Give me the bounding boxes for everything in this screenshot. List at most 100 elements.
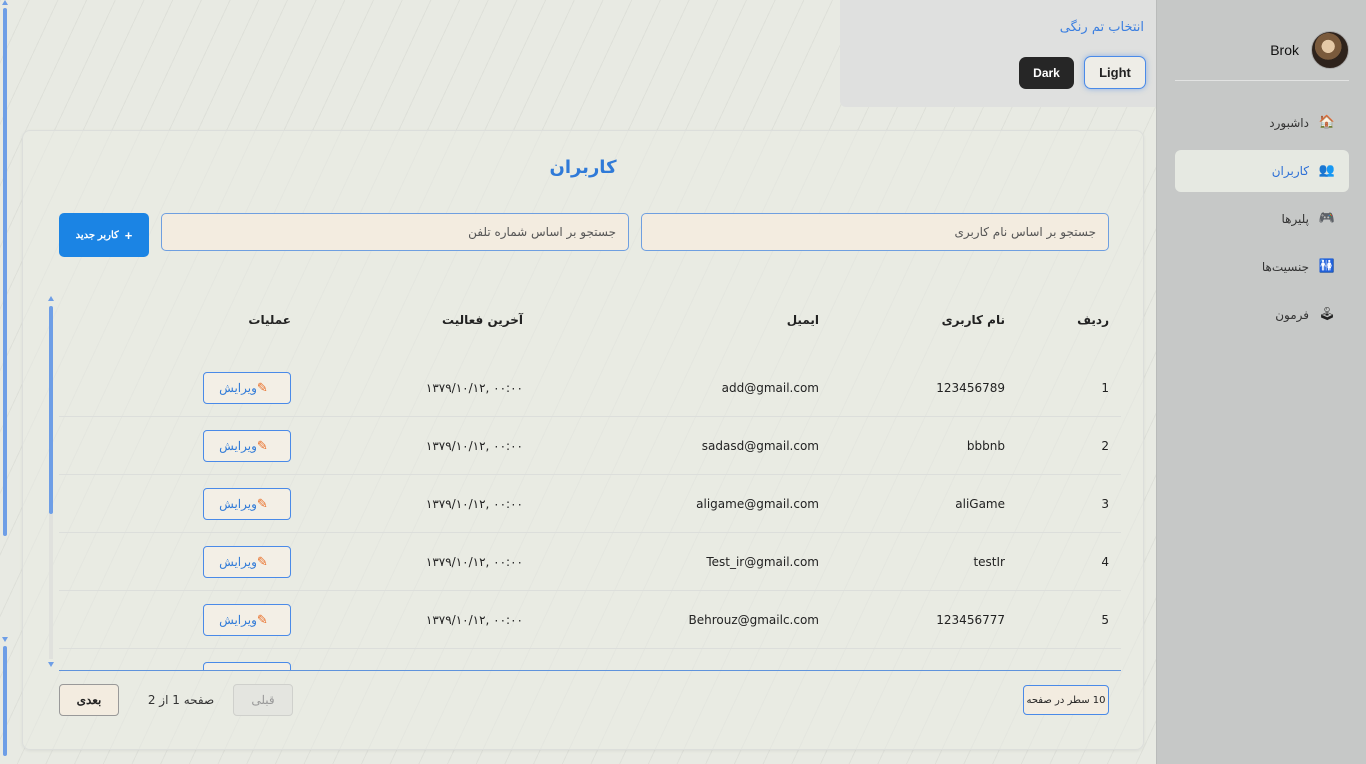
scroll-up-arrow-icon[interactable]: [2, 0, 8, 5]
home-icon: 🏠: [1318, 115, 1336, 130]
cell-username: aliGame: [955, 497, 1005, 511]
rows-per-page-select[interactable]: 10 سطر در صفحه: [1023, 685, 1109, 715]
scroll-up-arrow-icon[interactable]: [48, 296, 54, 301]
edit-button[interactable]: ✎ ویرایش: [203, 430, 291, 462]
cell-operations: ✎ ویرایش: [203, 533, 291, 591]
add-user-label: کاربر جدید: [75, 229, 119, 241]
table-scrollbar[interactable]: [47, 296, 55, 667]
header-index: ردیف: [1077, 313, 1109, 327]
restroom-icon: 🚻: [1318, 259, 1336, 274]
light-theme-button[interactable]: Light: [1084, 56, 1146, 89]
cell-index: 1: [1101, 381, 1109, 395]
cell-index: 2: [1101, 439, 1109, 453]
pencil-icon: ✎: [256, 496, 268, 511]
cell-operations: ✎ ویرایش: [203, 591, 291, 649]
table-row: 2 bbbnb sadasd@gmail.com ۱۳۷۹/۱۰/۱۲, ۰۰:…: [59, 417, 1121, 475]
edit-button[interactable]: ✎ ویرایش: [203, 488, 291, 520]
search-phone-input[interactable]: [161, 213, 629, 251]
sidebar-item-label: پلیرها: [1281, 212, 1309, 226]
page-scrollbar-thumb[interactable]: [3, 8, 7, 536]
cell-operations: ✎ ویرایش: [203, 417, 291, 475]
table-row-partial: [59, 649, 1121, 671]
user-profile[interactable]: Brok: [1175, 30, 1349, 70]
cell-last-activity: ۱۳۷۹/۱۰/۱۲, ۰۰:۰۰: [425, 381, 523, 395]
page-scrollbar-thumb-secondary[interactable]: [3, 646, 7, 756]
header-email: ایمیل: [786, 313, 819, 327]
pencil-icon: ✎: [256, 438, 268, 453]
table-row: 5 123456777 Behrouz@gmailc.com ۱۳۷۹/۱۰/۱…: [59, 591, 1121, 649]
cell-last-activity: ۱۳۷۹/۱۰/۱۲, ۰۰:۰۰: [425, 439, 523, 453]
page-title: کاربران: [549, 157, 617, 178]
cell-last-activity: ۱۳۷۹/۱۰/۱۲, ۰۰:۰۰: [425, 555, 523, 569]
cell-username: 123456789: [936, 381, 1005, 395]
header-last-activity: آخرین فعالیت: [442, 313, 523, 327]
cell-operations: ✎ ویرایش: [203, 475, 291, 533]
pencil-icon: ✎: [256, 612, 268, 627]
cell-index: 5: [1101, 613, 1109, 627]
cell-last-activity: ۱۳۷۹/۱۰/۱۲, ۰۰:۰۰: [425, 613, 523, 627]
edit-label: ویرایش: [219, 439, 257, 453]
sidebar-item-dashboard[interactable]: 🏠 داشبورد: [1175, 102, 1349, 144]
scroll-down-arrow-icon[interactable]: [48, 662, 54, 667]
sidebar-item-label: جنسیت‌ها: [1261, 260, 1309, 274]
sidebar-item-label: فرمون: [1275, 308, 1309, 322]
page-indicator: صفحه 1 از 2: [147, 693, 215, 707]
cell-email: Behrouz@gmailc.com: [688, 613, 819, 627]
cell-index: 4: [1101, 555, 1109, 569]
add-user-button[interactable]: + کاربر جدید: [59, 213, 149, 257]
header-username: نام کاربری: [941, 313, 1005, 327]
sidebar-item-users[interactable]: 👥 کاربران: [1175, 150, 1349, 192]
pencil-icon: ✎: [256, 380, 268, 395]
users-card: کاربران + کاربر جدید ردیف نام کاربری ایم…: [22, 130, 1144, 750]
sidebar-item-wheel[interactable]: 🕹 فرمون: [1175, 294, 1349, 336]
cell-username: testIr: [973, 555, 1005, 569]
dark-theme-button[interactable]: Dark: [1019, 57, 1074, 89]
table-row: 3 aliGame aligame@gmail.com ۱۳۷۹/۱۰/۱۲, …: [59, 475, 1121, 533]
table-header-row: ردیف نام کاربری ایمیل آخرین فعالیت عملیا…: [59, 291, 1121, 349]
cell-username: bbbnb: [966, 439, 1005, 453]
cell-operations: ✎ ویرایش: [203, 359, 291, 417]
sidebar-nav: 🏠 داشبورد 👥 کاربران 🎮 پلیرها 🚻 جنسیت‌ها …: [1175, 102, 1349, 342]
next-page-button[interactable]: بعدی: [59, 684, 119, 716]
search-username-input[interactable]: [641, 213, 1109, 251]
sidebar-item-label: داشبورد: [1269, 116, 1309, 130]
table-scrollbar-track[interactable]: [49, 514, 53, 659]
cell-last-activity: ۱۳۷۹/۱۰/۱۲, ۰۰:۰۰: [425, 497, 523, 511]
table-row: 1 123456789 add@gmail.com ۱۳۷۹/۱۰/۱۲, ۰۰…: [59, 359, 1121, 417]
edit-label: ویرایش: [219, 555, 257, 569]
search-username-wrapper: [641, 213, 1109, 251]
sidebar-item-players[interactable]: 🎮 پلیرها: [1175, 198, 1349, 240]
edit-label: ویرایش: [219, 381, 257, 395]
sidebar-item-genders[interactable]: 🚻 جنسیت‌ها: [1175, 246, 1349, 288]
edit-button[interactable]: ✎ ویرایش: [203, 604, 291, 636]
sidebar-item-label: کاربران: [1271, 164, 1309, 178]
pencil-icon: ✎: [256, 554, 268, 569]
avatar[interactable]: [1311, 31, 1349, 69]
header-operations: عملیات: [248, 313, 291, 327]
users-table: ردیف نام کاربری ایمیل آخرین فعالیت عملیا…: [59, 291, 1121, 671]
cell-index: 3: [1101, 497, 1109, 511]
previous-page-button[interactable]: قبلی: [233, 684, 293, 716]
theme-title: انتخاب تم رنگی: [1059, 20, 1144, 35]
cell-email: sadasd@gmail.com: [701, 439, 819, 453]
page-scrollbar[interactable]: [0, 0, 10, 764]
table-row: 4 testIr Test_ir@gmail.com ۱۳۷۹/۱۰/۱۲, ۰…: [59, 533, 1121, 591]
theme-panel: انتخاب تم رنگی Light Dark: [840, 0, 1156, 107]
edit-button[interactable]: ✎ ویرایش: [203, 372, 291, 404]
divider: [1175, 80, 1349, 81]
cell-email: add@gmail.com: [721, 381, 819, 395]
plus-icon: +: [124, 227, 133, 243]
cell-operations: [203, 649, 291, 671]
cell-username: 123456777: [936, 613, 1005, 627]
table-scrollbar-thumb[interactable]: [49, 306, 53, 514]
edit-button[interactable]: ✎ ویرایش: [203, 546, 291, 578]
scroll-down-arrow-icon[interactable]: [2, 637, 8, 642]
gamepad-icon: 🎮: [1318, 211, 1336, 226]
users-icon: 👥: [1318, 163, 1336, 178]
profile-name: Brok: [1270, 42, 1299, 58]
search-phone-wrapper: [161, 213, 629, 251]
cell-email: Test_ir@gmail.com: [706, 555, 819, 569]
edit-label: ویرایش: [219, 613, 257, 627]
table-bottom-border: [59, 670, 1121, 671]
edit-label: ویرایش: [219, 497, 257, 511]
